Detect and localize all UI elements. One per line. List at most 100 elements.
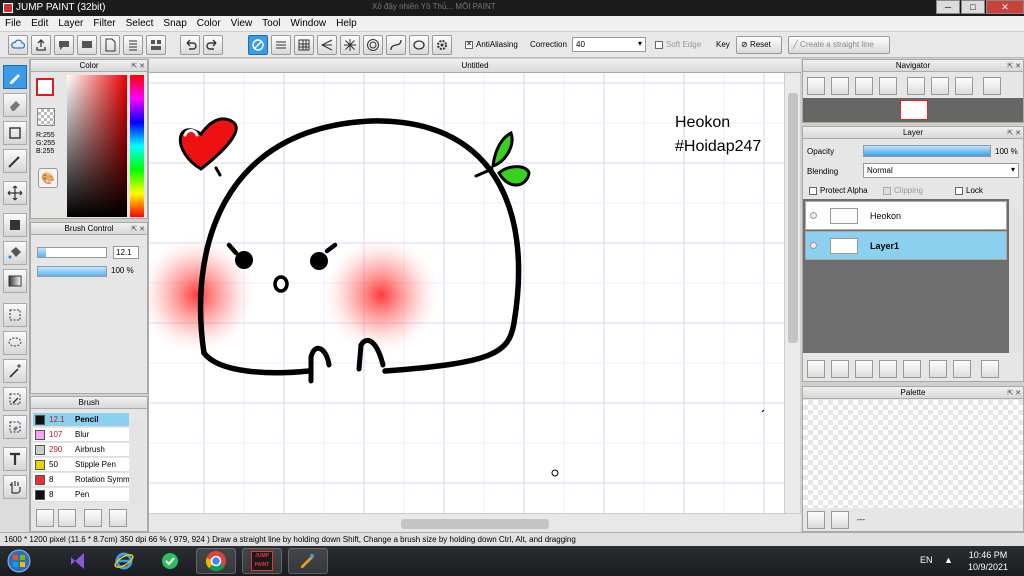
cloud-icon[interactable] (8, 35, 28, 55)
ellipse-icon[interactable] (409, 35, 429, 55)
flip-icon[interactable] (983, 77, 1001, 95)
hue-slider[interactable] (130, 75, 144, 217)
new-1bit-layer-icon[interactable] (855, 360, 873, 378)
transparent-swatch[interactable] (37, 108, 55, 126)
visibility-icon[interactable] (810, 212, 817, 219)
evernote-icon[interactable] (150, 548, 190, 574)
clock[interactable]: 10:46 PM 10/9/2021 (958, 549, 1018, 573)
zoom-out-icon[interactable] (879, 77, 897, 95)
rotate-right-icon[interactable] (955, 77, 973, 95)
bucket-tool-icon[interactable] (3, 241, 27, 265)
menu-edit[interactable]: Edit (26, 16, 53, 31)
horizontal-scrollbar[interactable] (149, 513, 801, 532)
magic-wand-tool-icon[interactable] (3, 359, 27, 383)
select-eraser-tool-icon[interactable] (3, 415, 27, 439)
rotate-left-icon[interactable] (907, 77, 925, 95)
menu-help[interactable]: Help (331, 16, 362, 31)
menu-window[interactable]: Window (286, 16, 332, 31)
gradient-tool-icon[interactable] (3, 269, 27, 293)
undo-icon[interactable] (180, 35, 200, 55)
select-rect-tool-icon[interactable] (3, 303, 27, 327)
list-icon[interactable] (123, 35, 143, 55)
merge-layer-icon[interactable] (953, 360, 971, 378)
grid-icon[interactable] (294, 35, 314, 55)
clipping-checkbox[interactable]: Clipping (883, 186, 923, 195)
brush-opacity-slider[interactable] (37, 266, 107, 277)
new-brush-icon[interactable] (58, 509, 76, 527)
brush-list-scrollbar[interactable] (131, 421, 143, 505)
panel-buttons-icon[interactable]: ⇱ ✕ (1007, 61, 1021, 72)
saturation-value-picker[interactable] (67, 75, 127, 217)
comment-icon[interactable] (77, 35, 97, 55)
menu-color[interactable]: Color (192, 16, 226, 31)
menu-tool[interactable]: Tool (257, 16, 285, 31)
snap-off-icon[interactable] (248, 35, 268, 55)
paint-app-icon[interactable] (288, 548, 328, 574)
panel-buttons-icon[interactable]: ⇱ ✕ (131, 61, 145, 72)
language-indicator[interactable]: EN (920, 555, 933, 565)
panel-buttons-icon[interactable]: ⇱ ✕ (1007, 388, 1021, 399)
vertical-scroll-thumb[interactable] (788, 93, 798, 343)
curve-icon[interactable] (386, 35, 406, 55)
brush-tool-icon[interactable] (3, 65, 27, 89)
tray-expand-icon[interactable]: ▲ (944, 555, 953, 565)
layer-row-heokon[interactable]: Heokon (805, 201, 1007, 230)
zoom-in-plus-icon[interactable] (831, 77, 849, 95)
maximize-button[interactable]: □ (961, 0, 985, 14)
delete-swatch-icon[interactable] (831, 511, 849, 529)
panel-buttons-icon[interactable]: ⇱ ✕ (1007, 128, 1021, 139)
layer-row-layer1[interactable]: Layer1 (805, 231, 1007, 260)
menu-filter[interactable]: Filter (88, 16, 120, 31)
reset-view-icon[interactable] (931, 77, 949, 95)
create-straight-line-button[interactable]: ╱ Create a straight line (788, 36, 890, 54)
delete-brush-icon[interactable] (109, 509, 127, 527)
eraser-tool-icon[interactable] (3, 93, 27, 117)
brush-item[interactable]: 290 Airbrush (33, 443, 129, 457)
horizontal-scroll-thumb[interactable] (401, 519, 549, 529)
brush-size-input[interactable]: 12.1 (113, 246, 139, 259)
layer-list-scrollbar[interactable] (1009, 209, 1023, 353)
palette-icon[interactable]: 🎨 (38, 168, 58, 188)
new-8bit-layer-icon[interactable] (831, 360, 849, 378)
brush-size-slider[interactable] (37, 247, 107, 258)
antialiasing-checkbox[interactable]: ✕ AntiAliasing (465, 40, 518, 49)
start-button[interactable] (2, 548, 36, 574)
duplicate-layer-icon[interactable] (929, 360, 947, 378)
settings-icon[interactable] (432, 35, 452, 55)
fill-rect-tool-icon[interactable] (3, 213, 27, 237)
brush-item[interactable]: 8 Pen (33, 488, 129, 502)
chrome-icon[interactable] (196, 548, 236, 574)
brush-menu-icon[interactable] (84, 509, 102, 527)
add-swatch-icon[interactable] (807, 511, 825, 529)
brush-item[interactable]: 12.1 Pencil (33, 413, 129, 427)
panel-buttons-icon[interactable]: ⇱ ✕ (131, 224, 145, 235)
text-tool-icon[interactable] (3, 447, 27, 471)
foreground-color-swatch[interactable] (36, 78, 54, 96)
palette-swatches[interactable] (803, 400, 1023, 508)
reset-button[interactable]: ⊘ Reset (736, 36, 782, 54)
menu-layer[interactable]: Layer (53, 16, 88, 31)
document-icon[interactable] (100, 35, 120, 55)
visual-studio-icon[interactable] (58, 548, 98, 574)
menu-view[interactable]: View (226, 16, 258, 31)
brush-item[interactable]: 107 Blur (33, 428, 129, 442)
menu-snap[interactable]: Snap (158, 16, 191, 31)
correction-select[interactable]: 40 ▾ (572, 37, 646, 52)
pen-tool-icon[interactable] (3, 149, 27, 173)
new-tone-layer-icon[interactable] (879, 360, 897, 378)
brush-item[interactable]: 8 Rotation Symmetry (33, 473, 129, 487)
protect-alpha-checkbox[interactable]: Protect Alpha (809, 186, 868, 195)
move-tool-icon[interactable] (3, 181, 27, 205)
layer-opacity-slider[interactable] (863, 145, 991, 157)
menu-file[interactable]: File (0, 16, 26, 31)
export-icon[interactable] (31, 35, 51, 55)
minimize-button[interactable]: ─ (936, 0, 960, 14)
chat-icon[interactable] (54, 35, 74, 55)
close-button[interactable]: ✕ (986, 0, 1024, 14)
lock-checkbox[interactable]: Lock (955, 186, 983, 195)
parallel-lines-icon[interactable] (271, 35, 291, 55)
concentric-icon[interactable] (363, 35, 383, 55)
lasso-tool-icon[interactable] (3, 331, 27, 355)
internet-explorer-icon[interactable] (104, 548, 144, 574)
delete-layer-icon[interactable] (981, 360, 999, 378)
